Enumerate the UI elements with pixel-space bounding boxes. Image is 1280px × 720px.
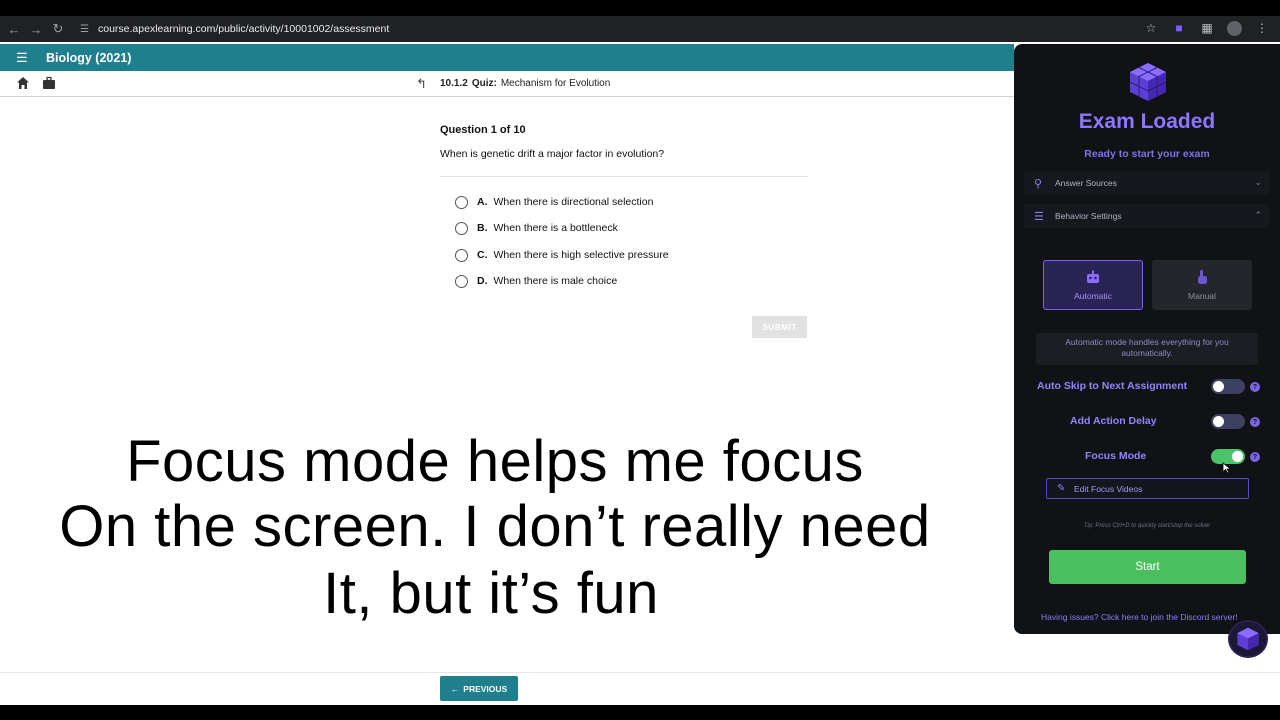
site-settings-icon[interactable]: ☰: [80, 23, 92, 35]
answer-sources-section[interactable]: ⚲ Answer Sources ⌄: [1024, 171, 1270, 195]
page-footer: [0, 672, 1280, 705]
panel-title: Exam Loaded: [1078, 110, 1216, 133]
browser-actions: ☆ ■ ▦ ⋮: [1143, 20, 1270, 36]
question-text: When is genetic drift a major factor in …: [440, 148, 665, 160]
cube-logo-icon: [1237, 627, 1259, 651]
mode-automatic-button[interactable]: Automatic: [1043, 260, 1143, 310]
radio-button[interactable]: [455, 248, 468, 262]
action-delay-toggle[interactable]: [1211, 414, 1245, 429]
mode-manual-button[interactable]: Manual: [1152, 260, 1252, 310]
option-letter: A.: [477, 196, 488, 208]
radio-button[interactable]: [455, 221, 468, 235]
caption-line-3: It, but it’s fun: [323, 561, 659, 626]
section-label: Behavior Settings: [1055, 211, 1122, 221]
reload-icon[interactable]: ↻: [50, 21, 66, 37]
discord-link[interactable]: Having issues? Click here to join the Di…: [1041, 612, 1238, 622]
mode-description: Automatic mode handles everything for yo…: [1036, 333, 1258, 365]
shortcut-tip: Tip: Press Ctrl+D to quickly start/stop …: [1083, 523, 1211, 529]
radio-button[interactable]: [455, 195, 468, 209]
radio-button[interactable]: [455, 274, 468, 288]
arrow-left-icon: ←: [450, 683, 460, 694]
search-icon: ⚲: [1034, 177, 1043, 190]
option-text: When there is male choice: [493, 275, 618, 287]
robot-icon: [1084, 269, 1102, 285]
toggle-knob: [1213, 381, 1224, 392]
answer-option-a[interactable]: A. When there is directional selection: [455, 194, 653, 210]
question-number: Question 1 of 10: [440, 124, 526, 136]
mode-label: Automatic: [1074, 291, 1112, 301]
panel-subtitle: Ready to start your exam: [1084, 148, 1210, 160]
pointer-hand-icon: [1193, 269, 1211, 285]
breadcrumb: 10.1.2 Quiz: Mechanism for Evolution: [440, 78, 610, 89]
activity-type: Quiz:: [471, 78, 497, 89]
activity-code: 10.1.2: [440, 78, 468, 89]
more-menu-icon[interactable]: ⋮: [1254, 20, 1270, 36]
mouse-cursor-icon: [1222, 462, 1232, 474]
address-bar[interactable]: ☰ course.apexlearning.com/public/activit…: [80, 18, 389, 40]
floating-cube-button[interactable]: [1228, 620, 1268, 658]
option-letter: C.: [477, 249, 488, 261]
letterbox-bottom: [0, 705, 1280, 720]
help-icon[interactable]: ?: [1250, 417, 1260, 427]
option-text: When there is high selective pressure: [493, 249, 669, 261]
help-icon[interactable]: ?: [1250, 452, 1260, 462]
caption-line-2: On the screen. I don’t really need: [59, 494, 931, 559]
profile-avatar[interactable]: [1227, 20, 1242, 36]
option-text: When there is a bottleneck: [493, 222, 618, 234]
caption-line-1: Focus mode helps me focus: [126, 429, 864, 494]
question-divider: [440, 176, 808, 177]
home-icon[interactable]: [16, 76, 30, 90]
sliders-icon: ☰: [1034, 210, 1044, 223]
cube-logo-icon: [1129, 63, 1167, 101]
briefcase-icon[interactable]: [42, 76, 56, 90]
edit-pencil-icon: ✎: [1057, 483, 1066, 494]
submit-button[interactable]: SUBMIT: [752, 316, 807, 338]
edit-focus-videos-button[interactable]: ✎ Edit Focus Videos: [1046, 478, 1249, 499]
option-letter: D.: [477, 275, 488, 287]
setting-focus-mode: Focus Mode ?: [1014, 447, 1280, 467]
browser-toolbar: ← → ↻ ☰ course.apexlearning.com/public/a…: [0, 16, 1280, 42]
option-text: When there is directional selection: [493, 196, 654, 208]
activity-bar: ↰ 10.1.2 Quiz: Mechanism for Evolution: [0, 71, 1014, 97]
bookmark-star-icon[interactable]: ☆: [1143, 20, 1159, 36]
course-header: ☰ Biology (2021): [0, 44, 1014, 71]
course-title: Biology (2021): [46, 50, 132, 65]
toggle-knob: [1213, 416, 1224, 427]
answer-option-d[interactable]: D. When there is male choice: [455, 273, 617, 289]
back-icon[interactable]: ←: [6, 21, 22, 37]
setting-label: Auto Skip to Next Assignment: [1037, 380, 1188, 392]
previous-button[interactable]: ← PREVIOUS: [440, 676, 518, 701]
toggle-knob: [1232, 451, 1243, 462]
chevron-down-icon: ⌄: [1254, 177, 1262, 187]
edit-focus-label: Edit Focus Videos: [1074, 483, 1143, 494]
screen: ← → ↻ ☰ course.apexlearning.com/public/a…: [0, 0, 1280, 720]
mode-label: Manual: [1188, 291, 1216, 301]
hamburger-menu-icon[interactable]: ☰: [16, 50, 30, 66]
setting-label: Focus Mode: [1085, 450, 1147, 462]
mode-description-line-2: automatically.: [1121, 348, 1173, 358]
extension-panel: Exam Loaded Ready to start your exam ⚲ A…: [1014, 44, 1280, 634]
up-level-icon[interactable]: ↰: [416, 76, 430, 91]
url-text: course.apexlearning.com/public/activity/…: [98, 23, 390, 35]
section-label: Answer Sources: [1055, 178, 1117, 188]
start-button[interactable]: Start: [1049, 550, 1246, 584]
letterbox-top: [0, 0, 1280, 16]
setting-label: Add Action Delay: [1070, 415, 1157, 427]
mode-description-line-1: Automatic mode handles everything for yo…: [1065, 337, 1229, 347]
answer-option-b[interactable]: B. When there is a bottleneck: [455, 220, 618, 236]
setting-action-delay: Add Action Delay ?: [1014, 412, 1280, 432]
chevron-up-icon: ⌃: [1254, 210, 1262, 220]
answer-option-c[interactable]: C. When there is high selective pressure: [455, 247, 669, 263]
behavior-settings-section[interactable]: ☰ Behavior Settings ⌃: [1024, 204, 1270, 228]
extensions-puzzle-icon[interactable]: ▦: [1199, 20, 1215, 36]
forward-icon[interactable]: →: [28, 21, 44, 37]
setting-auto-skip: Auto Skip to Next Assignment ?: [1014, 377, 1280, 397]
activity-title: Mechanism for Evolution: [500, 78, 611, 89]
extension-cube-icon[interactable]: ■: [1171, 20, 1187, 36]
help-icon[interactable]: ?: [1250, 382, 1260, 392]
option-letter: B.: [477, 222, 488, 234]
previous-label: PREVIOUS: [463, 683, 508, 694]
auto-skip-toggle[interactable]: [1211, 379, 1245, 394]
